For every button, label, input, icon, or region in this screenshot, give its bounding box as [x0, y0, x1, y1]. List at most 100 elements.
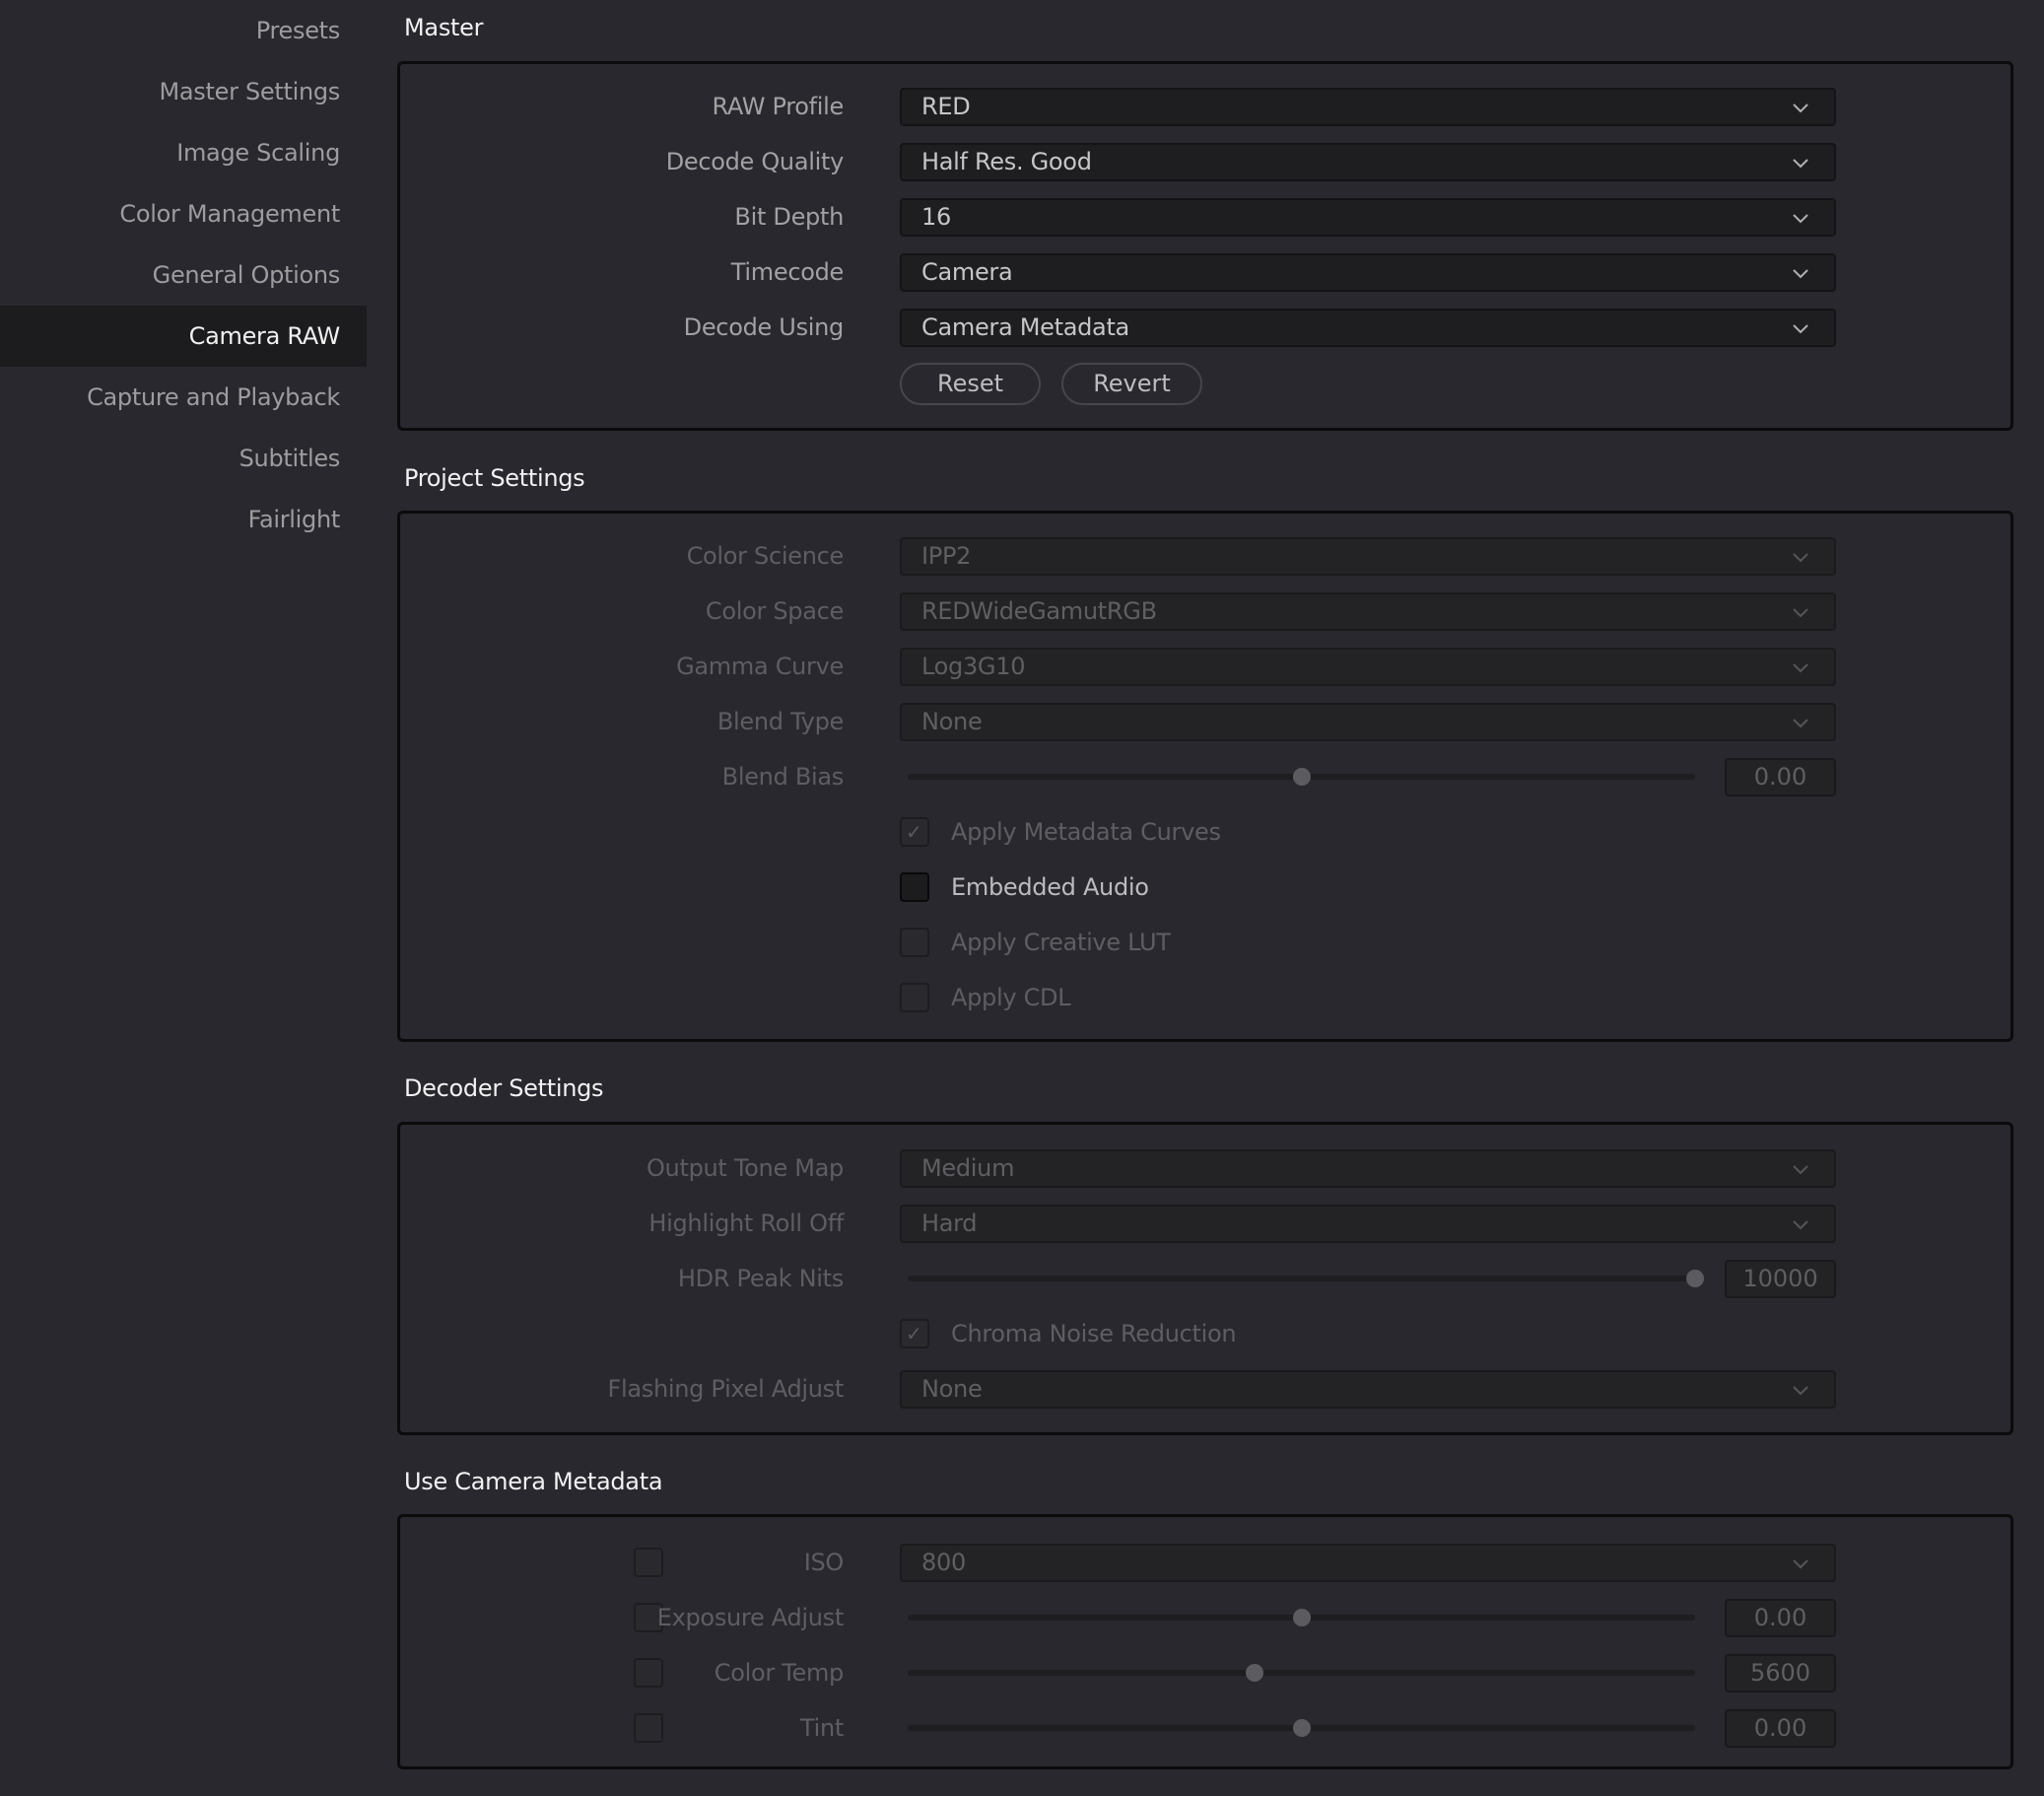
checkmark-icon: ✓ — [906, 1322, 922, 1346]
blend-type-label: Blend Type — [716, 708, 844, 735]
sidebar-item-master-settings[interactable]: Master Settings — [0, 61, 367, 122]
iso-use-metadata-checkbox[interactable] — [634, 1548, 663, 1577]
sidebar-item-color-management[interactable]: Color Management — [0, 183, 367, 244]
chevron-down-icon — [1793, 1556, 1808, 1572]
decode-quality-label: Decode Quality — [665, 148, 845, 175]
project-settings-panel: Color Science IPP2 Color Space REDWideGa… — [397, 511, 2013, 1042]
flashing-pixel-adjust-value: None — [921, 1375, 983, 1403]
chroma-noise-reduction-checkbox[interactable]: ✓ — [900, 1319, 929, 1348]
chroma-noise-reduction-label: Chroma Noise Reduction — [951, 1320, 1237, 1347]
slider-thumb[interactable] — [1245, 1664, 1263, 1682]
decode-quality-value: Half Res. Good — [921, 148, 1092, 175]
flashing-pixel-adjust-dropdown[interactable]: None — [900, 1370, 1836, 1409]
slider-thumb[interactable] — [1292, 1609, 1311, 1626]
chevron-down-icon — [1793, 1162, 1808, 1178]
output-tone-map-value: Medium — [921, 1154, 1015, 1182]
output-tone-map-label: Output Tone Map — [646, 1154, 844, 1182]
revert-button[interactable]: Revert — [1061, 363, 1202, 405]
decode-using-dropdown[interactable]: Camera Metadata — [900, 309, 1836, 347]
master-panel: RAW Profile RED Decode Quality Half Res.… — [397, 61, 2013, 431]
color-temp-label: Color Temp — [714, 1659, 845, 1687]
decode-using-value: Camera Metadata — [921, 313, 1129, 341]
embedded-audio-label: Embedded Audio — [951, 873, 1149, 901]
chevron-down-icon — [1793, 211, 1808, 227]
use-camera-metadata-panel: ISO 800 Exposure Adjust 0.00 Color Temp … — [397, 1514, 2013, 1769]
color-space-label: Color Space — [705, 597, 844, 625]
apply-cdl-label: Apply CDL — [951, 984, 1071, 1011]
reset-button[interactable]: Reset — [900, 363, 1041, 405]
embedded-audio-checkbox[interactable] — [900, 872, 929, 902]
exposure-adjust-value-field[interactable]: 0.00 — [1725, 1599, 1836, 1637]
blend-bias-value-field[interactable]: 0.00 — [1725, 758, 1836, 796]
color-temp-use-metadata-checkbox[interactable] — [634, 1658, 663, 1688]
highlight-roll-off-value: Hard — [921, 1209, 978, 1237]
iso-value: 800 — [921, 1549, 966, 1576]
chevron-down-icon — [1793, 605, 1808, 621]
sidebar-item-general-options[interactable]: General Options — [0, 244, 367, 306]
hdr-peak-nits-value-field[interactable]: 10000 — [1725, 1260, 1836, 1298]
chevron-down-icon — [1793, 321, 1808, 337]
apply-creative-lut-label: Apply Creative LUT — [951, 929, 1171, 956]
tint-slider[interactable] — [908, 1709, 1695, 1748]
chevron-down-icon — [1793, 266, 1808, 282]
chevron-down-icon — [1793, 1383, 1808, 1399]
slider-thumb[interactable] — [1292, 1719, 1311, 1737]
blend-type-dropdown[interactable]: None — [900, 703, 1836, 741]
iso-label: ISO — [803, 1549, 845, 1576]
color-science-label: Color Science — [686, 542, 845, 570]
tint-value-field[interactable]: 0.00 — [1725, 1709, 1836, 1748]
output-tone-map-dropdown[interactable]: Medium — [900, 1149, 1836, 1188]
settings-sidebar: Presets Master Settings Image Scaling Co… — [0, 0, 367, 1796]
color-science-dropdown[interactable]: IPP2 — [900, 537, 1836, 576]
checkmark-icon: ✓ — [906, 820, 922, 844]
sidebar-item-subtitles[interactable]: Subtitles — [0, 428, 367, 489]
apply-metadata-curves-checkbox[interactable]: ✓ — [900, 817, 929, 847]
iso-dropdown[interactable]: 800 — [900, 1544, 1836, 1582]
timecode-label: Timecode — [730, 258, 845, 286]
color-science-value: IPP2 — [921, 542, 972, 570]
gamma-curve-dropdown[interactable]: Log3G10 — [900, 648, 1836, 686]
hdr-peak-nits-slider[interactable] — [908, 1260, 1704, 1298]
exposure-adjust-label: Exposure Adjust — [656, 1604, 845, 1631]
bit-depth-dropdown[interactable]: 16 — [900, 198, 1836, 237]
exposure-adjust-slider[interactable] — [908, 1599, 1695, 1637]
chevron-down-icon — [1793, 101, 1808, 116]
sidebar-item-camera-raw[interactable]: Camera RAW — [0, 306, 367, 367]
highlight-roll-off-label: Highlight Roll Off — [648, 1209, 844, 1237]
raw-profile-label: RAW Profile — [712, 93, 845, 120]
hdr-peak-nits-label: HDR Peak Nits — [677, 1265, 844, 1292]
raw-profile-dropdown[interactable]: RED — [900, 88, 1836, 126]
sidebar-item-capture-and-playback[interactable]: Capture and Playback — [0, 367, 367, 428]
slider-thumb[interactable] — [1686, 1270, 1704, 1287]
chevron-down-icon — [1793, 550, 1808, 566]
apply-metadata-curves-label: Apply Metadata Curves — [951, 818, 1221, 846]
blend-type-value: None — [921, 708, 983, 735]
tint-use-metadata-checkbox[interactable] — [634, 1713, 663, 1743]
timecode-dropdown[interactable]: Camera — [900, 253, 1836, 292]
color-temp-value-field[interactable]: 5600 — [1725, 1654, 1836, 1692]
decoder-settings-panel: Output Tone Map Medium Highlight Roll Of… — [397, 1122, 2013, 1435]
sidebar-item-fairlight[interactable]: Fairlight — [0, 489, 367, 550]
tint-label: Tint — [799, 1714, 844, 1742]
color-temp-slider[interactable] — [908, 1654, 1695, 1692]
timecode-value: Camera — [921, 258, 1013, 286]
blend-bias-slider[interactable] — [908, 758, 1695, 796]
decode-using-label: Decode Using — [683, 313, 845, 341]
raw-profile-value: RED — [921, 93, 971, 120]
blend-bias-label: Blend Bias — [721, 763, 845, 791]
highlight-roll-off-dropdown[interactable]: Hard — [900, 1205, 1836, 1243]
master-section-title: Master — [404, 14, 484, 41]
use-camera-metadata-section-title: Use Camera Metadata — [404, 1468, 663, 1495]
apply-cdl-checkbox[interactable] — [900, 983, 929, 1012]
gamma-curve-label: Gamma Curve — [676, 653, 844, 680]
sidebar-item-image-scaling[interactable]: Image Scaling — [0, 122, 367, 183]
decode-quality-dropdown[interactable]: Half Res. Good — [900, 143, 1836, 181]
sidebar-item-presets[interactable]: Presets — [0, 0, 367, 61]
apply-creative-lut-checkbox[interactable] — [900, 928, 929, 957]
color-space-dropdown[interactable]: REDWideGamutRGB — [900, 592, 1836, 631]
gamma-curve-value: Log3G10 — [921, 653, 1026, 680]
color-space-value: REDWideGamutRGB — [921, 597, 1157, 625]
flashing-pixel-adjust-label: Flashing Pixel Adjust — [607, 1375, 844, 1403]
slider-thumb[interactable] — [1292, 768, 1311, 786]
slider-track — [908, 1670, 1695, 1676]
